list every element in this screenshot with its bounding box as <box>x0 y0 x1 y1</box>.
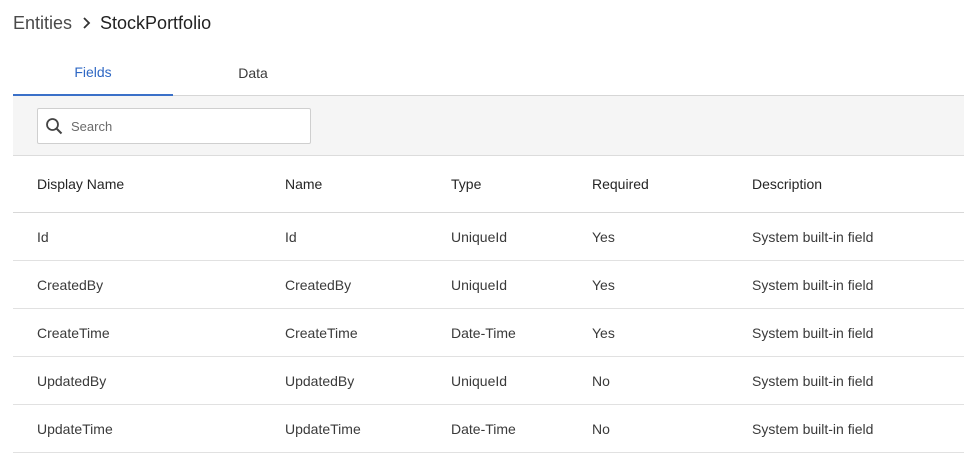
cell-display-name: UpdateTime <box>37 420 113 437</box>
cell-description: System built-in field <box>752 276 874 293</box>
column-header-description[interactable]: Description <box>752 176 964 192</box>
chevron-right-icon <box>82 17 91 29</box>
tab-bar: Fields Data <box>13 50 964 96</box>
table-row[interactable]: CreatedBy CreatedBy UniqueId Yes System … <box>13 261 964 309</box>
tab-fields[interactable]: Fields <box>13 50 173 96</box>
breadcrumb-entities-link[interactable]: Entities <box>13 13 72 34</box>
tab-data[interactable]: Data <box>173 50 333 95</box>
column-header-display-name[interactable]: Display Name <box>13 176 285 192</box>
search-box[interactable] <box>37 108 311 144</box>
cell-type: UniqueId <box>451 228 508 245</box>
breadcrumb: Entities StockPortfolio <box>13 10 211 36</box>
table-row[interactable]: Id Id UniqueId Yes System built-in field <box>13 213 964 261</box>
cell-display-name: CreatedBy <box>37 276 104 293</box>
cell-name: Id <box>285 228 297 245</box>
cell-required: Yes <box>592 324 615 341</box>
cell-display-name: Id <box>37 228 49 245</box>
cell-type: Date-Time <box>451 324 516 341</box>
cell-required: Yes <box>592 228 615 245</box>
cell-required: No <box>592 420 610 437</box>
cell-description: System built-in field <box>752 228 874 245</box>
cell-type: Date-Time <box>451 420 516 437</box>
search-icon <box>44 116 64 136</box>
cell-description: System built-in field <box>752 324 874 341</box>
column-header-name[interactable]: Name <box>285 176 451 192</box>
cell-name: UpdateTime <box>285 420 361 437</box>
cell-type: UniqueId <box>451 276 508 293</box>
cell-description: System built-in field <box>752 420 874 437</box>
table-row[interactable]: UpdatedBy UpdatedBy UniqueId No System b… <box>13 357 964 405</box>
toolbar <box>13 96 964 156</box>
cell-name: UpdatedBy <box>285 372 355 389</box>
table-row[interactable]: UpdateTime UpdateTime Date-Time No Syste… <box>13 405 964 453</box>
cell-description: System built-in field <box>752 372 874 389</box>
cell-required: No <box>592 372 610 389</box>
table-header-row: Display Name Name Type Required Descript… <box>13 156 964 213</box>
cell-display-name: UpdatedBy <box>37 372 107 389</box>
cell-type: UniqueId <box>451 372 508 389</box>
table-row[interactable]: CreateTime CreateTime Date-Time Yes Syst… <box>13 309 964 357</box>
cell-required: Yes <box>592 276 615 293</box>
cell-display-name: CreateTime <box>37 324 110 341</box>
fields-table: Display Name Name Type Required Descript… <box>13 156 964 453</box>
column-header-type[interactable]: Type <box>451 176 592 192</box>
column-header-required[interactable]: Required <box>592 176 752 192</box>
cell-name: CreateTime <box>285 324 358 341</box>
search-input[interactable] <box>69 117 303 135</box>
breadcrumb-current: StockPortfolio <box>100 12 212 33</box>
cell-name: CreatedBy <box>285 276 352 293</box>
